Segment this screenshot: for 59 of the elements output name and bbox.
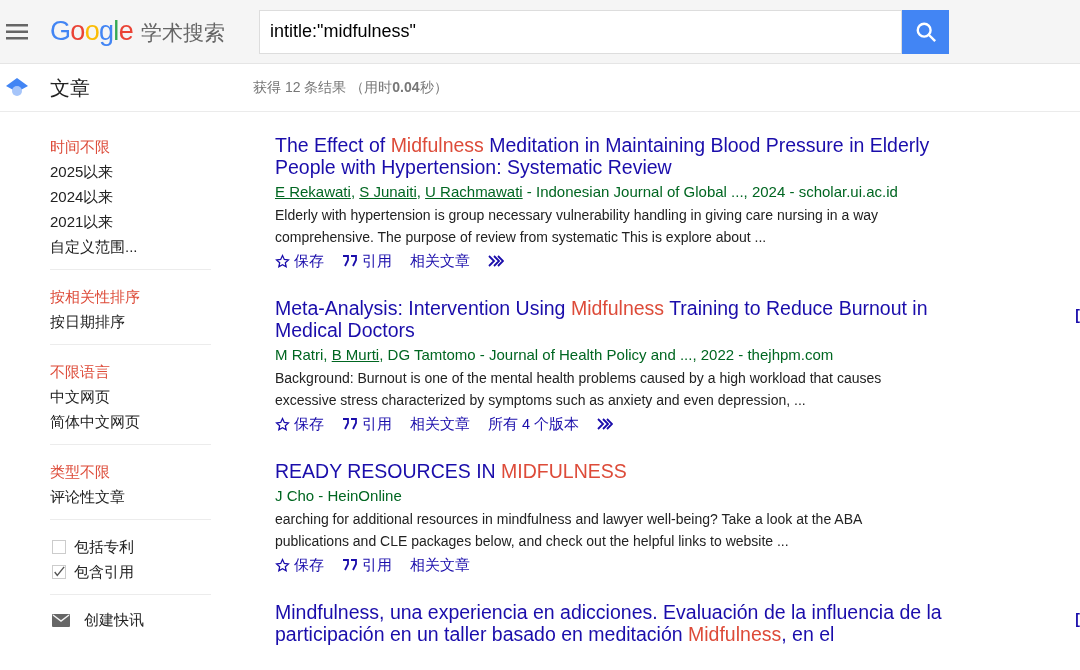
result-title[interactable]: Mindfulness, una experiencia en adicciones. Evaluación de la influencia de la participación en un taller basado en meditación Midfulness, en el bbox=[275, 601, 965, 645]
filter-link[interactable]: 2021以来 bbox=[50, 209, 211, 234]
quote-icon bbox=[342, 418, 358, 430]
result-snippet: Background: Burnout is one of the mental health problems caused by a high workload that causes excessive stress characterized by symptoms such as anxiety and even depression, ... bbox=[275, 369, 883, 410]
filter-link[interactable]: 按日期排序 bbox=[50, 309, 211, 334]
checkbox[interactable] bbox=[52, 564, 66, 579]
filter-link[interactable]: 自定义范围... bbox=[50, 234, 211, 259]
checkbox-label: 包含引用 bbox=[74, 562, 134, 582]
result-meta: E Rekawati, S Junaiti, U Rachmawati - Indonesian Journal of Global ..., 2024 - scholar.ui.ac.id bbox=[275, 182, 899, 202]
cite-link[interactable]: 引用 bbox=[342, 412, 392, 436]
more-button[interactable] bbox=[597, 418, 614, 430]
checkbox-label: 包括专利 bbox=[74, 537, 134, 557]
result-title[interactable]: The Effect of Midfulness Meditation in Maintaining Blood Pressure in Elderly People with Hypertension: Systematic Review bbox=[275, 134, 965, 178]
star-icon bbox=[275, 557, 290, 573]
logo[interactable]: Google bbox=[50, 11, 134, 52]
result-link[interactable]: 相关文章 bbox=[410, 553, 470, 577]
result-meta: M Ratri, B Murti, DG Tamtomo - Journal of Health Policy and ..., 2022 - thejhpm.com bbox=[275, 345, 835, 365]
double-chevron-icon bbox=[488, 255, 504, 267]
result-link[interactable]: 所有 4 个版本 bbox=[488, 412, 580, 436]
filter-link[interactable]: 简体中文网页 bbox=[50, 409, 211, 434]
cite-link[interactable]: 引用 bbox=[342, 553, 392, 577]
file-link[interactable]: [ bbox=[1075, 305, 1080, 436]
star-icon bbox=[275, 253, 290, 269]
search-icon bbox=[914, 20, 937, 43]
alert-link[interactable]: 创建快讯 bbox=[50, 609, 211, 632]
checkbox[interactable] bbox=[52, 539, 66, 554]
graduation-cap-icon bbox=[6, 77, 28, 98]
filter-link[interactable]: 不限语言 bbox=[50, 359, 211, 384]
save-link[interactable]: 保存 bbox=[275, 412, 324, 436]
result-link[interactable]: 相关文章 bbox=[410, 249, 470, 273]
filter-link[interactable]: 时间不限 bbox=[50, 134, 211, 159]
result-snippet: earching for additional resources in mindfulness and lawyer well-being? Take a look at the ABA publications and CLE packages below, and check out the helpful links to website ... bbox=[275, 510, 863, 551]
section-title: 文章 bbox=[50, 75, 91, 101]
save-link[interactable]: 保存 bbox=[275, 249, 324, 273]
result-title[interactable]: READY RESOURCES IN MIDFULNESS bbox=[275, 460, 965, 482]
envelope-icon bbox=[52, 613, 70, 627]
search-field[interactable]: intitle:"midfulness" bbox=[259, 9, 902, 54]
result-snippet: Elderly with hypertension is group necessary vulnerability handling in giving care nursing in a way comprehensive. The purpose of review from systematic This is explore about ... bbox=[275, 206, 880, 247]
quote-icon bbox=[342, 255, 358, 267]
result-meta: J Cho - HeinOnline bbox=[275, 486, 403, 506]
result-stats: 获得 12 条结果 （用时0.04秒） bbox=[253, 78, 448, 97]
filter-link[interactable]: 按相关性排序 bbox=[50, 284, 211, 309]
logo-subtitle: 学术搜索 bbox=[141, 20, 226, 47]
search-button[interactable] bbox=[902, 9, 949, 54]
menu-icon[interactable] bbox=[6, 23, 28, 40]
cite-link[interactable]: 引用 bbox=[342, 249, 392, 273]
result-title[interactable]: Meta-Analysis: Intervention Using Midfulness Training to Reduce Burnout in Medical Doctors bbox=[275, 297, 965, 341]
quote-icon bbox=[342, 559, 358, 571]
double-chevron-icon bbox=[597, 418, 614, 430]
file-link[interactable]: [ bbox=[1075, 609, 1080, 645]
star-icon bbox=[275, 416, 290, 432]
filter-link[interactable]: 2024以来 bbox=[50, 184, 211, 209]
filter-link[interactable]: 2025以来 bbox=[50, 159, 211, 184]
filter-link[interactable]: 类型不限 bbox=[50, 459, 211, 484]
save-link[interactable]: 保存 bbox=[275, 553, 324, 577]
filter-link[interactable]: 评论性文章 bbox=[50, 484, 211, 509]
more-button[interactable] bbox=[488, 255, 504, 267]
filter-link[interactable]: 中文网页 bbox=[50, 384, 211, 409]
result-link[interactable]: 相关文章 bbox=[410, 412, 470, 436]
